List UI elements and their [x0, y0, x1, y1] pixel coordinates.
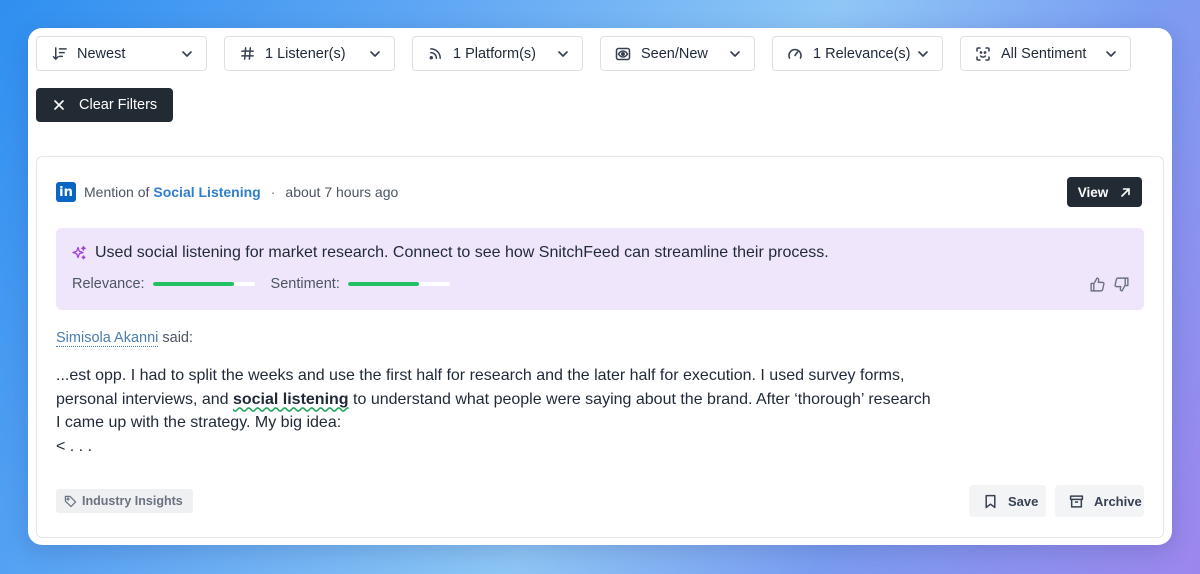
author-line: Simisola Akanni said: [56, 330, 194, 347]
archive-label: Archive [1094, 493, 1142, 509]
author-name[interactable]: Simisola Akanni [56, 330, 159, 347]
insight-text: Used social listening for market researc… [95, 244, 829, 261]
linkedin-icon: in [56, 182, 76, 202]
platform-filter[interactable]: 1 Platform(s) [412, 36, 583, 71]
score-metrics: Relevance: Sentiment: [72, 276, 450, 292]
listener-filter-label: 1 Listener(s) [265, 45, 346, 62]
separator-dot: · [270, 184, 276, 200]
close-icon [53, 99, 65, 111]
ai-insight-box: Used social listening for market researc… [56, 228, 1144, 310]
sparkle-icon [71, 245, 87, 261]
category-tag[interactable]: Industry Insights [56, 489, 193, 513]
relevance-filter-label: 1 Relevance(s) [813, 45, 911, 62]
chevron-down-icon [916, 47, 930, 61]
platform-filter-label: 1 Platform(s) [453, 45, 536, 62]
sort-icon [51, 46, 67, 62]
relevance-bar [152, 282, 255, 286]
seen-filter-label: Seen/New [641, 45, 708, 62]
seen-filter[interactable]: Seen/New [600, 36, 755, 71]
insight-row: Used social listening for market researc… [71, 244, 829, 262]
mention-header: in Mention of Social Listening · about 7… [56, 182, 398, 202]
timestamp: about 7 hours ago [285, 184, 399, 200]
gauge-icon [787, 46, 803, 62]
author-suffix: said: [162, 330, 194, 346]
hash-icon [239, 46, 255, 62]
eye-icon [615, 46, 631, 62]
relevance-bar-fill [152, 282, 235, 286]
post-excerpt: ...est opp. I had to split the weeks and… [56, 364, 936, 458]
chevron-down-icon [368, 47, 382, 61]
sentiment-filter-label: All Sentiment [1001, 45, 1087, 62]
view-button[interactable]: View [1067, 177, 1142, 207]
clear-filters-button[interactable]: Clear Filters [36, 88, 173, 122]
save-button[interactable]: Save [969, 485, 1046, 517]
excerpt-tail: < . . . [56, 437, 93, 455]
clear-filters-label: Clear Filters [79, 97, 158, 113]
thumbs-down-icon[interactable] [1113, 276, 1130, 293]
rss-icon [427, 46, 443, 62]
sort-filter[interactable]: Newest [36, 36, 207, 71]
external-link-icon [1120, 187, 1131, 198]
save-label: Save [1008, 493, 1039, 509]
keyword-highlight: social listening [232, 390, 349, 408]
sentiment-bar [347, 282, 450, 286]
sentiment-bar-fill [347, 282, 420, 286]
view-label: View [1077, 184, 1109, 200]
mention-card: in Mention of Social Listening · about 7… [36, 156, 1164, 538]
archive-button[interactable]: Archive [1055, 485, 1144, 517]
mention-prefix: Mention of [84, 184, 150, 200]
feed-panel: Newest 1 Listener(s) 1 Platform(s) Seen/… [28, 28, 1172, 545]
relevance-filter[interactable]: 1 Relevance(s) [772, 36, 943, 71]
archive-icon [1069, 494, 1084, 509]
sentiment-label: Sentiment: [270, 276, 340, 292]
thumbs-up-icon[interactable] [1089, 276, 1106, 293]
chevron-down-icon [728, 47, 742, 61]
bookmark-icon [983, 494, 998, 509]
relevance-label: Relevance: [72, 276, 145, 292]
chevron-down-icon [556, 47, 570, 61]
tag-icon [64, 495, 77, 508]
sort-filter-label: Newest [77, 45, 126, 62]
tag-label: Industry Insights [82, 494, 183, 508]
mention-term-link[interactable]: Social Listening [153, 184, 260, 200]
listener-filter[interactable]: 1 Listener(s) [224, 36, 395, 71]
chevron-down-icon [180, 47, 194, 61]
face-scan-icon [975, 46, 991, 62]
chevron-down-icon [1104, 47, 1118, 61]
sentiment-filter[interactable]: All Sentiment [960, 36, 1131, 71]
feedback-buttons [1082, 276, 1130, 293]
